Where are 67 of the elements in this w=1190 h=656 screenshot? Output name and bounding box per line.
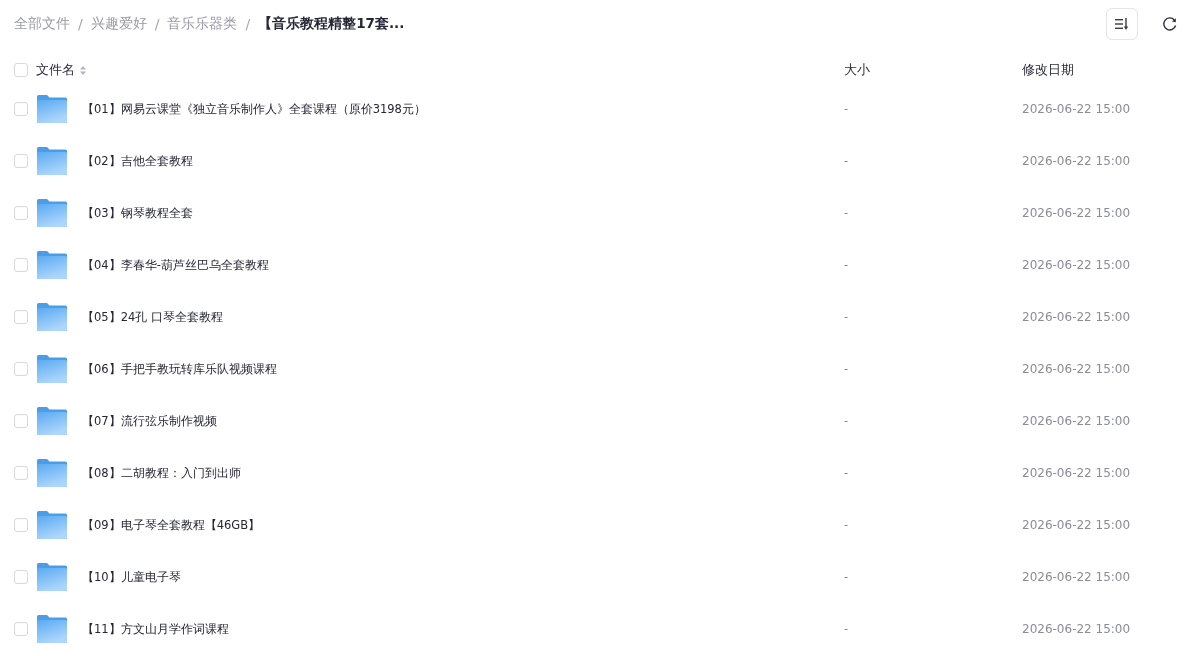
row-checkbox[interactable] [14,310,28,324]
size-cell: - [844,518,849,532]
folder-icon [37,615,67,643]
folder-name[interactable]: 【04】李春华-葫芦丝巴乌全套教程 [82,257,269,273]
size-cell: - [844,310,849,324]
size-cell: - [844,414,849,428]
row-checkbox[interactable] [14,518,28,532]
folder-name[interactable]: 【01】网易云课堂《独立音乐制作人》全套课程（原价3198元） [82,101,426,117]
sort-button[interactable] [1106,8,1138,40]
breadcrumb-separator: / [154,16,160,32]
column-header[interactable]: 文件名 [36,61,75,79]
size-cell: - [844,102,849,116]
modified-date: 2026-06-22 15:00 [1022,518,1131,532]
folder-name[interactable]: 【02】吉他全套教程 [82,153,193,169]
modified-date: 2026-06-22 15:00 [1022,310,1131,324]
folder-name[interactable]: 【11】方文山月学作词课程 [82,621,229,637]
breadcrumb-item: 【音乐教程精整17套... [258,15,405,33]
row-checkbox[interactable] [14,206,28,220]
size-cell: - [844,258,849,272]
refresh-icon[interactable] [1162,16,1178,32]
folder-icon [37,563,67,591]
modified-date: 2026-06-22 15:00 [1022,570,1131,584]
folder-icon [37,459,67,487]
row-checkbox[interactable] [14,570,28,584]
folder-icon [37,303,67,331]
modified-date: 2026-06-22 15:00 [1022,206,1131,220]
breadcrumb-separator: / [245,16,251,32]
row-checkbox[interactable] [14,414,28,428]
folder-icon [37,251,67,279]
row-checkbox[interactable] [14,362,28,376]
row-checkbox[interactable] [14,466,28,480]
modified-date: 2026-06-22 15:00 [1022,258,1131,272]
folder-icon [37,511,67,539]
modified-date: 2026-06-22 15:00 [1022,362,1131,376]
folder-name[interactable]: 【07】流行弦乐制作视频 [82,413,217,429]
folder-name[interactable]: 【08】二胡教程：入门到出师 [82,465,241,481]
folder-name[interactable]: 【09】电子琴全套教程【46GB】 [82,517,261,533]
size-cell: - [844,154,849,168]
size-cell: - [844,206,849,220]
size-cell: - [844,570,849,584]
sort-lines-icon [1115,18,1129,30]
folder-icon [37,95,67,123]
sort-icon[interactable] [80,65,86,75]
select-all-checkbox[interactable] [14,63,28,77]
row-checkbox[interactable] [14,622,28,636]
breadcrumb-separator: / [78,16,83,32]
column-header: 大小 [844,61,870,79]
modified-date: 2026-06-22 15:00 [1022,102,1131,116]
size-cell: - [844,466,849,480]
modified-date: 2026-06-22 15:00 [1022,622,1131,636]
folder-name[interactable]: 【06】手把手教玩转库乐队视频课程 [82,361,277,377]
modified-date: 2026-06-22 15:00 [1022,466,1131,480]
row-checkbox[interactable] [14,258,28,272]
size-cell: - [844,622,849,636]
folder-icon [37,199,67,227]
folder-name[interactable]: 【05】24孔 口琴全套教程 [82,309,223,325]
row-checkbox[interactable] [14,102,28,116]
column-header: 修改日期 [1022,61,1074,79]
folder-icon [37,407,67,435]
modified-date: 2026-06-22 15:00 [1022,154,1131,168]
modified-date: 2026-06-22 15:00 [1022,414,1131,428]
size-cell: - [844,362,849,376]
row-checkbox[interactable] [14,154,28,168]
folder-icon [37,147,67,175]
folder-icon [37,355,67,383]
folder-name[interactable]: 【10】儿童电子琴 [82,569,181,585]
folder-name[interactable]: 【03】钢琴教程全套 [82,205,193,221]
